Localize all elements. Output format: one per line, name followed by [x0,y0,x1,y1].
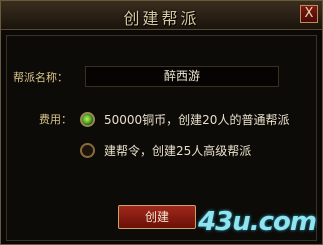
fee-option-token-label[interactable]: 建帮令，创建25人高级帮派 [104,142,251,159]
dialog-title: 创建帮派 [123,9,200,28]
create-button[interactable]: 创建 [118,205,196,229]
create-guild-dialog: 创建帮派 X 帮派名称： 醉西游 费用： 50000铜币，创建20人的普通帮派 … [0,0,323,245]
site-watermark: 43u.com [198,207,317,237]
guild-name-input[interactable]: 醉西游 [85,66,279,87]
fee-option-coins-radio[interactable] [80,112,95,127]
fee-label: 费用： [39,113,72,126]
guild-name-label: 帮派名称： [13,71,68,84]
fee-option-token-radio[interactable] [80,143,95,158]
title-bar: 创建帮派 X [1,1,322,30]
close-button[interactable]: X [300,5,318,23]
fee-option-coins-label[interactable]: 50000铜币，创建20人的普通帮派 [104,111,289,128]
